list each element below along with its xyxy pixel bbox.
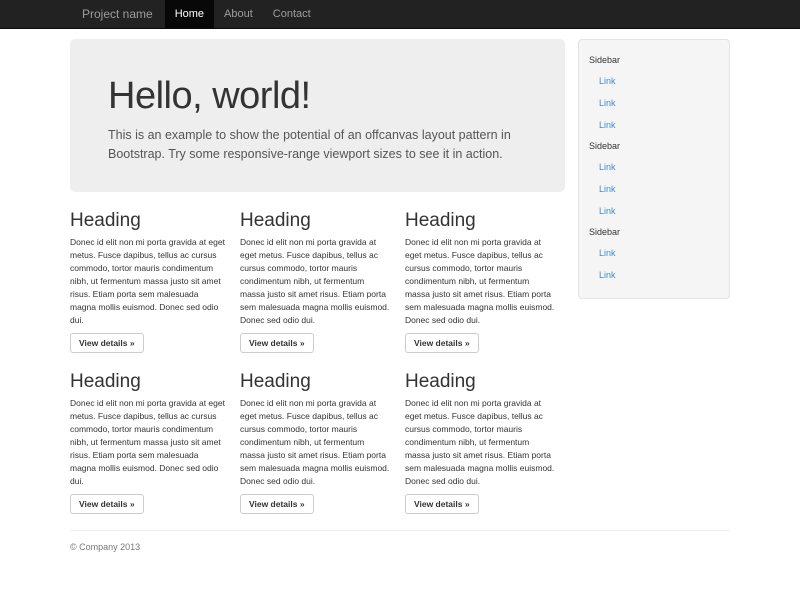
navbar-menu: Home About Contact <box>165 0 321 29</box>
sidebar-link[interactable]: Link <box>579 156 729 178</box>
content-card: Heading Donec id elit non mi porta gravi… <box>400 353 565 514</box>
view-details-button[interactable]: View details » <box>70 494 144 514</box>
sidebar-group: Sidebar Link Link <box>579 222 729 286</box>
page-footer: © Company 2013 <box>70 542 730 552</box>
nav-item-home[interactable]: Home <box>165 0 214 29</box>
card-heading: Heading <box>240 210 391 231</box>
view-details-button[interactable]: View details » <box>405 333 479 353</box>
sidebar-group-title: Sidebar <box>579 136 729 156</box>
card-heading: Heading <box>70 210 226 231</box>
sidebar-group: Sidebar Link Link Link <box>579 136 729 222</box>
view-details-button[interactable]: View details » <box>70 333 144 353</box>
content-card: Heading Donec id elit non mi porta gravi… <box>70 192 235 353</box>
content-row: Hello, world! This is an example to show… <box>70 29 730 514</box>
jumbotron: Hello, world! This is an example to show… <box>70 39 565 192</box>
jumbotron-description: This is an example to show the potential… <box>108 126 531 164</box>
view-details-button[interactable]: View details » <box>240 494 314 514</box>
main-column: Hello, world! This is an example to show… <box>70 29 565 514</box>
cards-row-2: Heading Donec id elit non mi porta gravi… <box>70 353 565 514</box>
sidebar-column: Sidebar Link Link Link Sidebar Link Link… <box>565 29 730 514</box>
footer-divider <box>70 530 730 531</box>
content-card: Heading Donec id elit non mi porta gravi… <box>70 353 235 514</box>
sidebar-group-title: Sidebar <box>579 222 729 242</box>
card-heading: Heading <box>405 371 556 392</box>
sidebar-group-title: Sidebar <box>579 50 729 70</box>
navbar-container: Project name Home About Contact <box>70 0 730 29</box>
card-body-text: Donec id elit non mi porta gravida at eg… <box>70 397 226 488</box>
card-body-text: Donec id elit non mi porta gravida at eg… <box>405 397 556 488</box>
view-details-button[interactable]: View details » <box>240 333 314 353</box>
card-body-text: Donec id elit non mi porta gravida at eg… <box>240 236 391 327</box>
sidebar-group: Sidebar Link Link Link <box>579 50 729 136</box>
nav-item-contact[interactable]: Contact <box>263 0 321 29</box>
sidebar-link[interactable]: Link <box>579 242 729 264</box>
card-body-text: Donec id elit non mi porta gravida at eg… <box>405 236 556 327</box>
sidebar-link[interactable]: Link <box>579 70 729 92</box>
navbar-brand[interactable]: Project name <box>70 0 165 29</box>
page-container: Hello, world! This is an example to show… <box>70 29 730 552</box>
nav-item-about[interactable]: About <box>214 0 263 29</box>
top-navbar: Project name Home About Contact <box>0 0 800 29</box>
sidebar-link[interactable]: Link <box>579 264 729 286</box>
sidebar-link[interactable]: Link <box>579 178 729 200</box>
content-card: Heading Donec id elit non mi porta gravi… <box>235 192 400 353</box>
copyright-text: © Company 2013 <box>70 542 730 552</box>
sidebar-link[interactable]: Link <box>579 114 729 136</box>
card-heading: Heading <box>405 210 556 231</box>
content-card: Heading Donec id elit non mi porta gravi… <box>400 192 565 353</box>
card-heading: Heading <box>240 371 391 392</box>
sidebar-link[interactable]: Link <box>579 200 729 222</box>
sidebar-panel: Sidebar Link Link Link Sidebar Link Link… <box>578 39 730 299</box>
card-heading: Heading <box>70 371 226 392</box>
sidebar-link[interactable]: Link <box>579 92 729 114</box>
page-title: Hello, world! <box>108 76 531 116</box>
view-details-button[interactable]: View details » <box>405 494 479 514</box>
cards-row-1: Heading Donec id elit non mi porta gravi… <box>70 192 565 353</box>
content-card: Heading Donec id elit non mi porta gravi… <box>235 353 400 514</box>
card-body-text: Donec id elit non mi porta gravida at eg… <box>70 236 226 327</box>
card-body-text: Donec id elit non mi porta gravida at eg… <box>240 397 391 488</box>
